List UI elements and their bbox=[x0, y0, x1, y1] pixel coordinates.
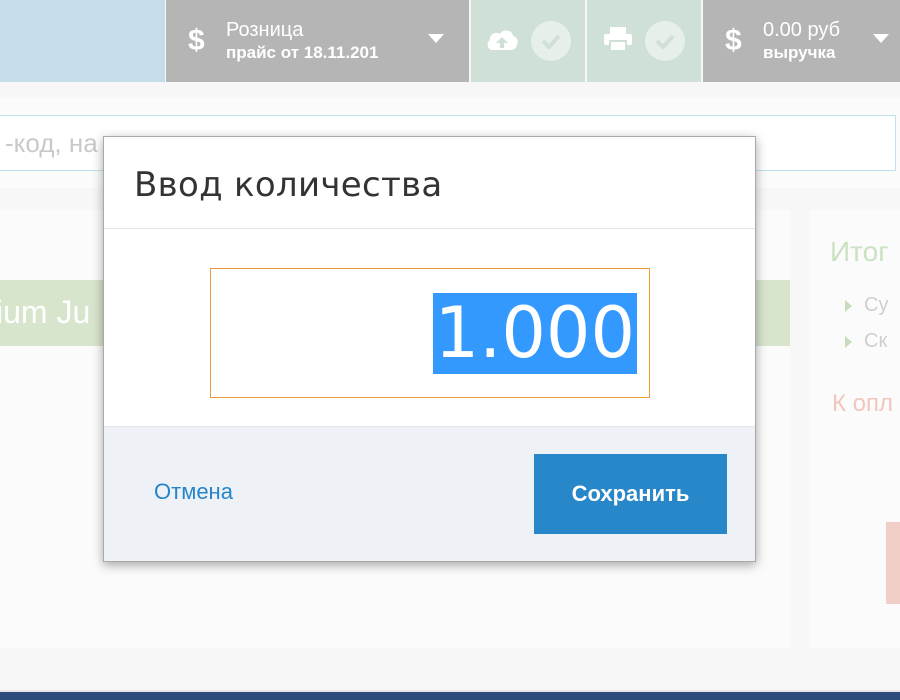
price-date-label: прайс от 18.11.201 bbox=[226, 43, 379, 62]
save-button[interactable]: Сохранить bbox=[534, 454, 727, 534]
summary-item: Су bbox=[845, 294, 888, 317]
caret-right-icon bbox=[845, 335, 852, 348]
revenue-selector[interactable]: $ 0.00 руб выручка bbox=[703, 0, 900, 82]
top-bar: $ Розница прайс от 18.11.201 $ 0.00 руб … bbox=[0, 0, 900, 82]
printer-icon bbox=[603, 26, 633, 57]
check-icon bbox=[531, 21, 571, 61]
print-status-button[interactable] bbox=[587, 0, 701, 82]
chevron-down-icon bbox=[428, 34, 444, 43]
sync-status-button[interactable] bbox=[471, 0, 585, 82]
dialog-title: Ввод количества bbox=[134, 165, 443, 205]
dialog-header: Ввод количества bbox=[104, 137, 755, 229]
cancel-button[interactable]: Отмена bbox=[154, 479, 233, 505]
summary-title: Итог bbox=[830, 236, 889, 267]
dollar-icon: $ bbox=[725, 24, 742, 57]
dialog-footer: Отмена Сохранить bbox=[104, 426, 755, 561]
revenue-label: выручка bbox=[763, 43, 836, 62]
summary-item: Ск bbox=[845, 330, 887, 353]
revenue-amount: 0.00 руб bbox=[763, 19, 841, 41]
check-icon bbox=[645, 21, 685, 61]
price-list-selector[interactable]: $ Розница прайс от 18.11.201 bbox=[166, 0, 469, 82]
price-type-label: Розница bbox=[226, 19, 304, 41]
dialog-body: 1.000 bbox=[104, 229, 755, 426]
cloud-upload-icon bbox=[485, 26, 519, 57]
dollar-icon: $ bbox=[188, 24, 205, 57]
quantity-input[interactable]: 1.000 bbox=[210, 268, 650, 398]
brand-area bbox=[0, 0, 165, 82]
quantity-dialog: Ввод количества 1.000 Отмена Сохранить bbox=[103, 136, 756, 562]
bottom-bar bbox=[0, 692, 900, 700]
pay-button[interactable] bbox=[886, 522, 900, 604]
chevron-down-icon bbox=[873, 34, 889, 43]
product-name: ium Ju bbox=[0, 294, 91, 330]
quantity-value: 1.000 bbox=[432, 292, 637, 374]
caret-right-icon bbox=[845, 299, 852, 312]
to-pay-label: К опл bbox=[832, 390, 893, 417]
